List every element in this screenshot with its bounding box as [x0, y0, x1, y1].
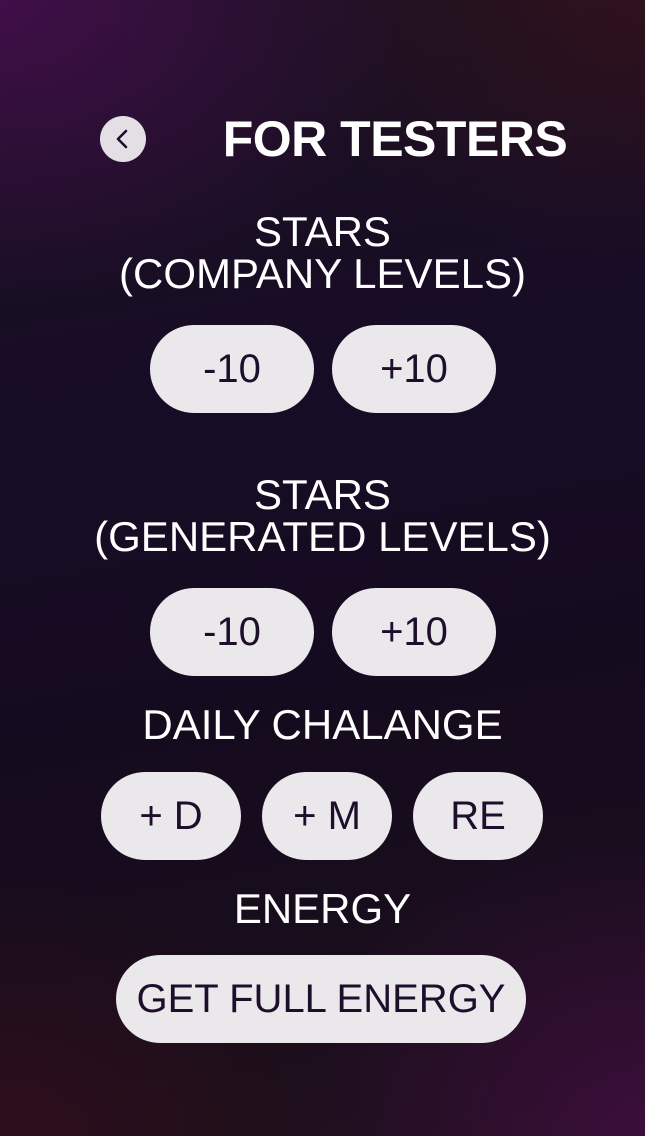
chevron-left-icon — [116, 129, 128, 149]
company-stars-label-line1: STARS — [254, 208, 391, 255]
generated-stars-plus-10-button[interactable]: +10 — [332, 588, 496, 676]
page-title: FOR TESTERS — [222, 111, 568, 167]
daily-challenge-add-month-button[interactable]: + M — [262, 772, 392, 860]
daily-challenge-reset-button[interactable]: RE — [413, 772, 543, 860]
generated-stars-minus-10-button[interactable]: -10 — [150, 588, 314, 676]
daily-challenge-add-day-button[interactable]: + D — [101, 772, 241, 860]
generated-stars-heading: STARS (GENERATED LEVELS) — [0, 474, 645, 558]
daily-challenge-heading: DAILY CHALANGE — [142, 701, 503, 748]
company-stars-heading: STARS (COMPANY LEVELS) — [0, 211, 645, 295]
generated-stars-label-line1: STARS — [254, 471, 391, 518]
get-full-energy-button[interactable]: GET FULL ENERGY — [116, 955, 526, 1043]
company-stars-label-line2: (COMPANY LEVELS) — [119, 250, 526, 297]
energy-heading: ENERGY — [233, 885, 412, 932]
back-button[interactable] — [100, 116, 146, 162]
generated-stars-label-line2: (GENERATED LEVELS) — [94, 513, 551, 560]
company-stars-minus-10-button[interactable]: -10 — [150, 325, 314, 413]
company-stars-plus-10-button[interactable]: +10 — [332, 325, 496, 413]
